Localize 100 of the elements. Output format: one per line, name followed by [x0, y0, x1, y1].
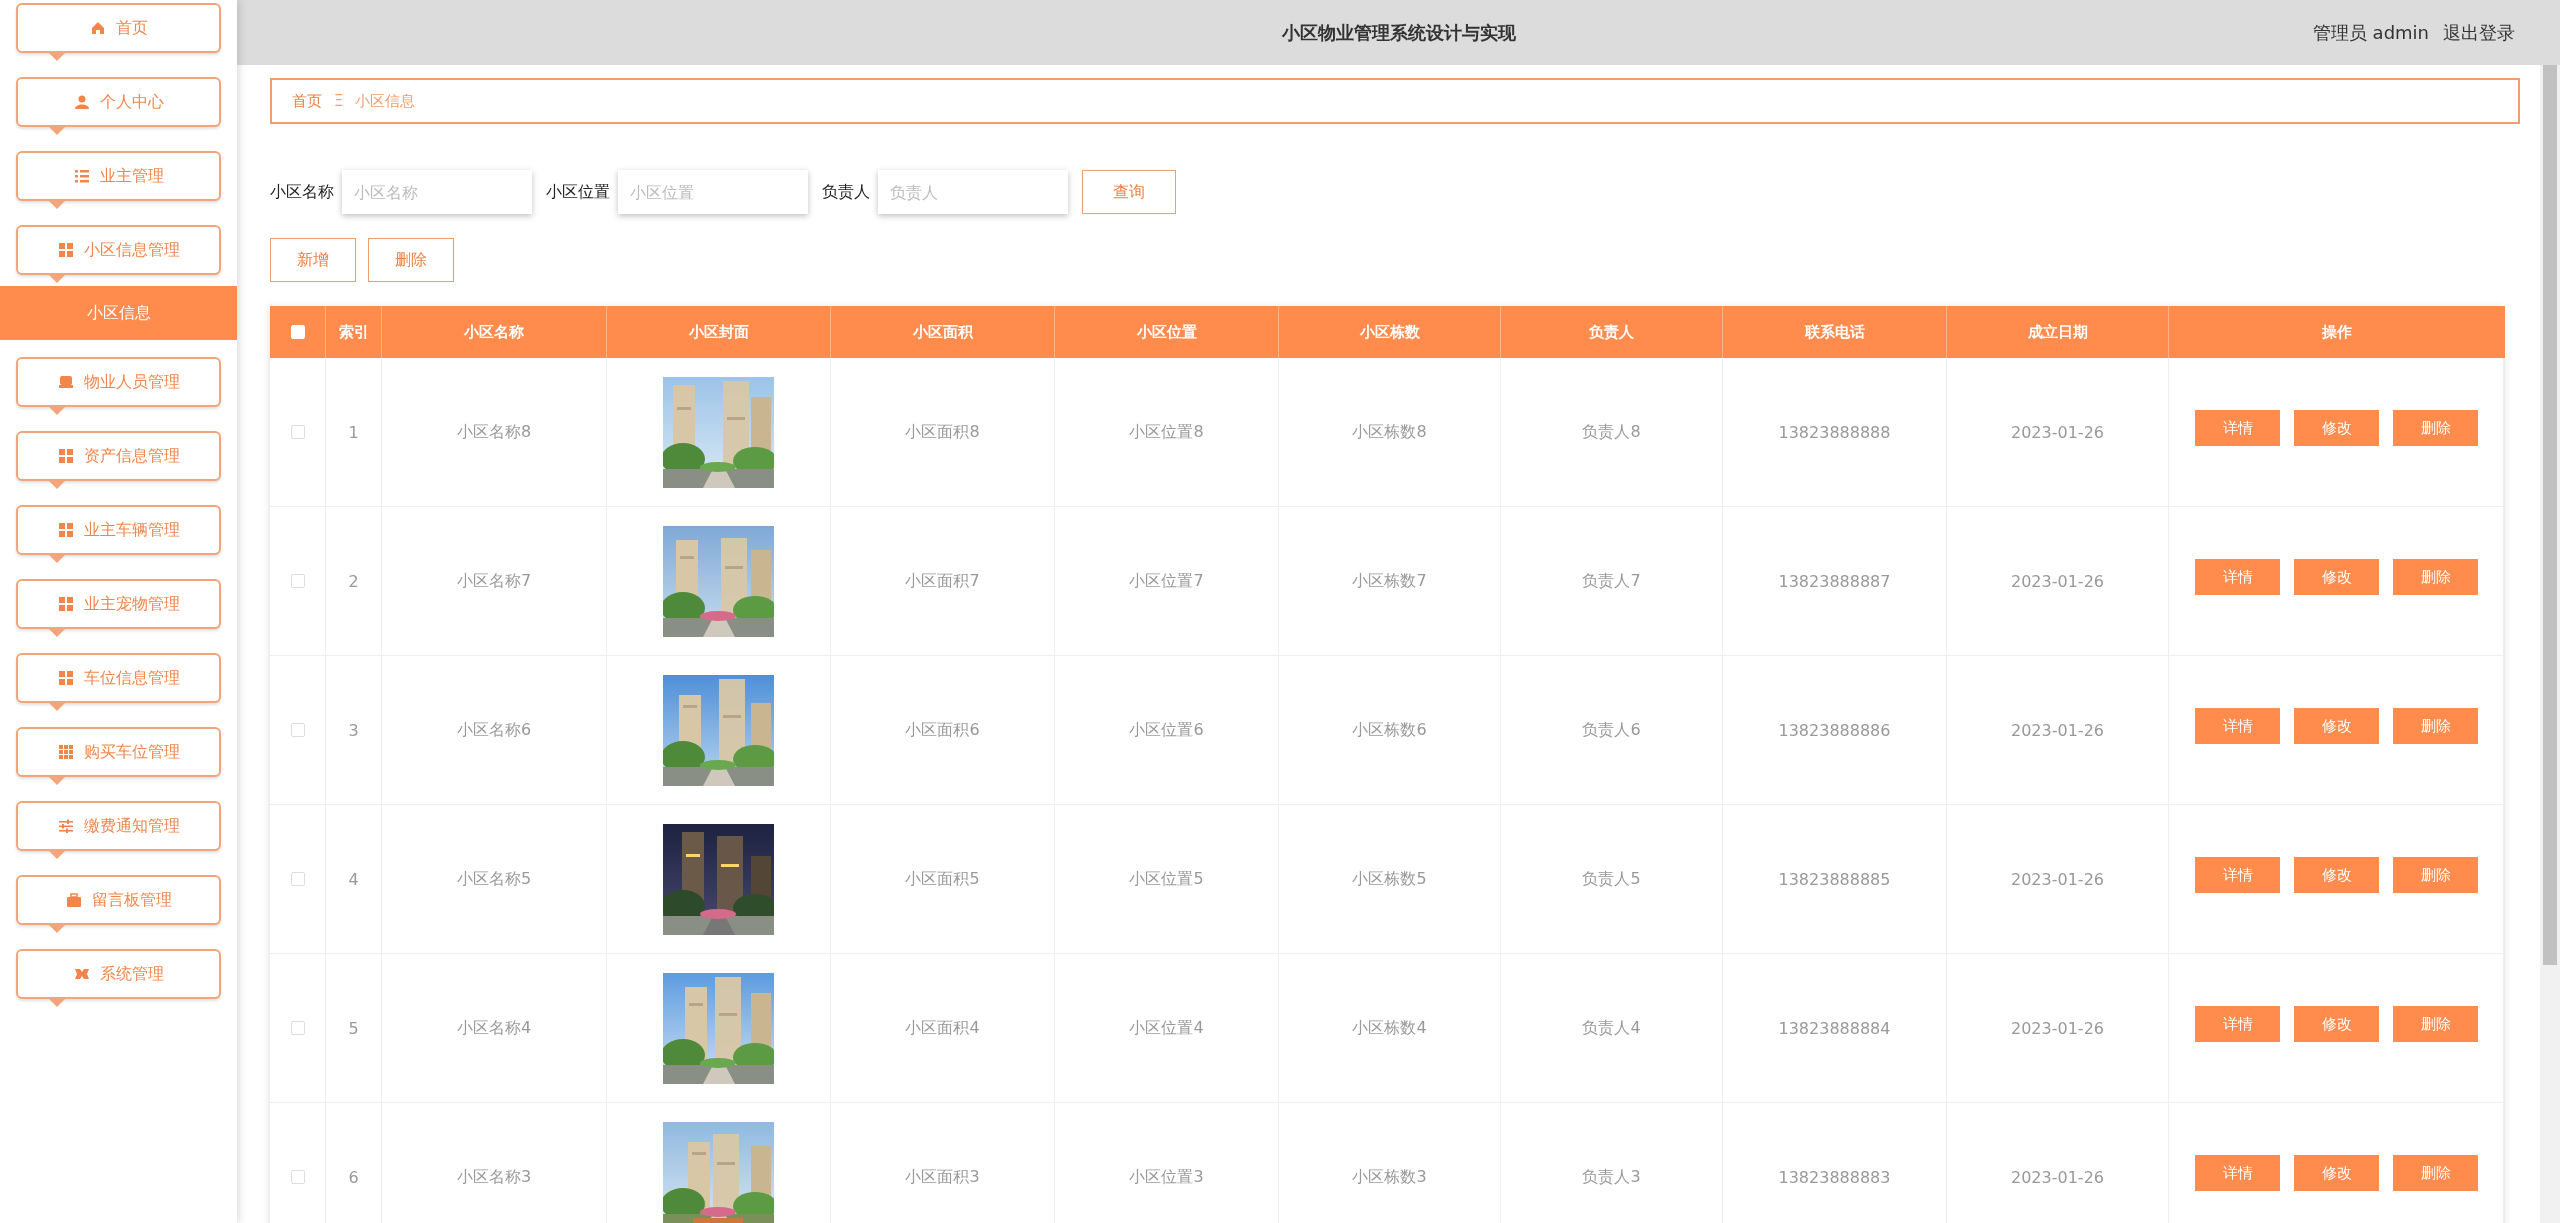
table-cell: 小区位置3	[1055, 1103, 1279, 1223]
row-checkbox[interactable]	[290, 872, 305, 886]
search-field[interactable]: 小区名称	[342, 170, 532, 214]
table-cell: 小区面积5	[831, 805, 1055, 954]
search-field[interactable]: 负责人	[878, 170, 1068, 214]
column-header: 操作	[2169, 306, 2505, 358]
table-cell: 2023-01-26	[1947, 1103, 2169, 1223]
table-cell: 小区名称4	[382, 954, 607, 1103]
table-cell: 小区位置6	[1055, 656, 1279, 805]
detail-button[interactable]: 详情	[2195, 1155, 2280, 1191]
table-cell: 13823888884	[1723, 954, 1947, 1103]
chair-icon	[57, 374, 74, 390]
table-cell: 小区栋数8	[1279, 358, 1501, 507]
delete-button[interactable]: 删除	[2393, 559, 2478, 595]
edit-button[interactable]: 修改	[2294, 708, 2379, 744]
table-cell: 小区栋数5	[1279, 805, 1501, 954]
detail-button[interactable]: 详情	[2195, 559, 2280, 595]
delete-button[interactable]: 删除	[2393, 708, 2478, 744]
table-cell: 2023-01-26	[1947, 954, 2169, 1103]
delete-button[interactable]: 删除	[2393, 410, 2478, 446]
grid-icon	[57, 744, 74, 760]
table-cell: 小区位置8	[1055, 358, 1279, 507]
table-cell: 13823888885	[1723, 805, 1947, 954]
table-cell: 负责人6	[1501, 656, 1723, 805]
detail-button[interactable]: 详情	[2195, 1006, 2280, 1042]
table-cell: 5	[326, 954, 382, 1103]
column-header: 小区位置	[1055, 306, 1279, 358]
table-cell: 13823888886	[1723, 656, 1947, 805]
table-cell: 1	[326, 358, 382, 507]
table-cell: 小区名称6	[382, 656, 607, 805]
table-cell: 小区位置4	[1055, 954, 1279, 1103]
row-checkbox[interactable]	[290, 574, 305, 588]
briefcase-icon	[65, 892, 82, 908]
scrollbar[interactable]	[2540, 65, 2560, 1223]
table-cell: 小区名称7	[382, 507, 607, 656]
scroll-thumb[interactable]	[2543, 65, 2557, 965]
breadcrumb-link[interactable]: 首页	[292, 91, 322, 111]
edit-button[interactable]: 修改	[2294, 1006, 2379, 1042]
table-cell: 小区面积4	[831, 954, 1055, 1103]
detail-button[interactable]: 详情	[2195, 708, 2280, 744]
grid-icon	[57, 522, 74, 538]
column-header: 负责人	[1501, 306, 1723, 358]
breadcrumb-separator: Ξ	[334, 92, 344, 110]
field-label: 负责人	[822, 181, 870, 203]
table-cell: 小区面积3	[831, 1103, 1055, 1223]
grid-icon	[57, 670, 74, 686]
field-label: 小区位置	[546, 181, 610, 203]
table-cell: 6	[326, 1103, 382, 1223]
sidebar-subitem[interactable]: 小区信息	[0, 286, 237, 340]
edit-button[interactable]: 修改	[2294, 857, 2379, 893]
user-icon	[73, 94, 90, 110]
column-header: 小区名称	[382, 306, 607, 358]
app-title: 小区物业管理系统设计与实现	[1281, 20, 1516, 45]
detail-button[interactable]: 详情	[2195, 410, 2280, 446]
table-cell: 小区位置7	[1055, 507, 1279, 656]
detail-button[interactable]: 详情	[2195, 857, 2280, 893]
table-cell: 13823888888	[1723, 358, 1947, 507]
column-header: 小区栋数	[1279, 306, 1501, 358]
table-cell: 负责人4	[1501, 954, 1723, 1103]
table-cell: 4	[326, 805, 382, 954]
row-checkbox[interactable]	[290, 723, 305, 737]
table-cell: 小区名称8	[382, 358, 607, 507]
table-cell: 小区栋数3	[1279, 1103, 1501, 1223]
list-icon	[73, 168, 90, 184]
edit-button[interactable]: 修改	[2294, 559, 2379, 595]
grid-icon	[57, 448, 74, 464]
edit-button[interactable]: 修改	[2294, 1155, 2379, 1191]
breadcrumb-current: 小区信息	[355, 91, 416, 111]
row-checkbox[interactable]	[290, 1021, 305, 1035]
sliders-icon	[57, 818, 74, 834]
edit-button[interactable]: 修改	[2294, 410, 2379, 446]
delete-button[interactable]: 删除	[2393, 1006, 2478, 1042]
delete-button[interactable]: 删除	[2393, 1155, 2478, 1191]
table-cell: 2023-01-26	[1947, 805, 2169, 954]
add-button[interactable]: 新增	[270, 238, 356, 282]
column-header: 小区面积	[831, 306, 1055, 358]
column-header: 成立日期	[1947, 306, 2169, 358]
table-cell: 2	[326, 507, 382, 656]
column-header: 联系电话	[1723, 306, 1947, 358]
select-all-checkbox[interactable]	[290, 325, 305, 339]
logout-link[interactable]: 退出登录	[2443, 20, 2515, 45]
table-cell: 负责人3	[1501, 1103, 1723, 1223]
table-cell: 负责人5	[1501, 805, 1723, 954]
table-cell: 2023-01-26	[1947, 507, 2169, 656]
grid-icon	[57, 242, 74, 258]
table-cell: 小区位置5	[1055, 805, 1279, 954]
delete-button[interactable]: 删除	[368, 238, 454, 282]
table-cell: 2023-01-26	[1947, 358, 2169, 507]
table-cell: 3	[326, 656, 382, 805]
row-checkbox[interactable]	[290, 425, 305, 439]
column-header: 索引	[326, 306, 382, 358]
search-field[interactable]: 小区位置	[618, 170, 808, 214]
column-header: 小区封面	[607, 306, 831, 358]
row-checkbox[interactable]	[290, 1170, 305, 1184]
table-cell: 13823888887	[1723, 507, 1947, 656]
field-label: 小区名称	[270, 181, 334, 203]
query-button[interactable]: 查询	[1082, 170, 1176, 214]
table-cell: 13823888883	[1723, 1103, 1947, 1223]
delete-button[interactable]: 删除	[2393, 857, 2478, 893]
table-cell: 小区面积8	[831, 358, 1055, 507]
